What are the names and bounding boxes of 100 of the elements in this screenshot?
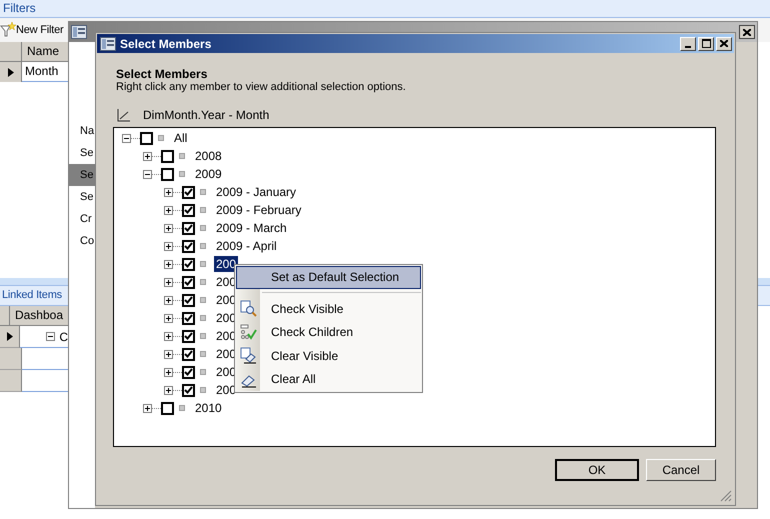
row-header[interactable] bbox=[0, 370, 22, 392]
member-icon bbox=[200, 225, 206, 231]
member-icon bbox=[200, 261, 206, 267]
collapse-icon[interactable] bbox=[46, 332, 56, 341]
checkbox[interactable] bbox=[161, 150, 174, 162]
member-icon bbox=[179, 171, 185, 177]
dialog-button[interactable]: OK bbox=[555, 459, 639, 481]
expand-icon[interactable] bbox=[164, 188, 173, 196]
checkbox[interactable] bbox=[182, 348, 195, 360]
expand-icon[interactable] bbox=[164, 278, 173, 286]
member-icon bbox=[200, 369, 206, 375]
check-icon bbox=[184, 188, 193, 196]
checkbox[interactable] bbox=[182, 330, 195, 342]
member-icon bbox=[200, 387, 206, 393]
dimension-label: DimMonth.Year - Month bbox=[143, 107, 270, 124]
checkbox[interactable] bbox=[182, 240, 195, 252]
menu-item[interactable]: Check Visible bbox=[236, 296, 421, 320]
checkbox[interactable] bbox=[140, 132, 153, 144]
collapse-icon[interactable] bbox=[122, 134, 131, 142]
window-title: Select Members bbox=[120, 36, 212, 52]
panel-header: Linked Items bbox=[1, 288, 63, 303]
nav-item[interactable]: Se bbox=[69, 164, 95, 186]
maximize-button[interactable] bbox=[698, 36, 714, 50]
member-icon bbox=[200, 207, 206, 213]
checkbox[interactable] bbox=[161, 168, 174, 180]
expand-icon[interactable] bbox=[143, 404, 152, 412]
checkbox[interactable] bbox=[182, 366, 195, 378]
check-icon bbox=[184, 278, 193, 286]
check-icon bbox=[184, 296, 193, 304]
new-filter-button[interactable]: New Filter bbox=[0, 22, 64, 38]
check-icon bbox=[184, 386, 193, 394]
dialog-button[interactable]: Cancel bbox=[646, 459, 716, 481]
tree-item-label[interactable]: 2009 - April bbox=[214, 238, 279, 254]
tree-item-label[interactable]: 2009 - January bbox=[214, 184, 298, 200]
check-icon bbox=[184, 350, 193, 358]
axis-icon bbox=[116, 108, 131, 122]
nav-item[interactable]: Se bbox=[69, 142, 95, 164]
check-icon bbox=[184, 314, 193, 322]
close-button[interactable] bbox=[739, 25, 755, 39]
dialog-hint: Right click any member to view additional selection options. bbox=[116, 81, 407, 94]
checklist-icon bbox=[240, 324, 256, 341]
magnifier-icon bbox=[240, 300, 256, 318]
checkbox[interactable] bbox=[182, 222, 195, 234]
expand-icon[interactable] bbox=[164, 260, 173, 268]
check-icon bbox=[184, 260, 193, 268]
window-icon bbox=[100, 36, 116, 50]
collapse-icon[interactable] bbox=[143, 170, 152, 178]
menu-item[interactable]: Clear Visible bbox=[236, 344, 421, 368]
expand-icon[interactable] bbox=[164, 314, 173, 322]
checkbox[interactable] bbox=[182, 258, 195, 270]
checkbox[interactable] bbox=[182, 384, 195, 396]
checkbox[interactable] bbox=[182, 312, 195, 324]
menu-item[interactable]: Clear All bbox=[236, 367, 421, 391]
checkbox[interactable] bbox=[182, 276, 195, 288]
expand-icon[interactable] bbox=[164, 224, 173, 232]
tree-item-label[interactable]: All bbox=[172, 130, 190, 146]
nav-item[interactable]: Se bbox=[69, 186, 95, 208]
expand-icon[interactable] bbox=[164, 242, 173, 250]
nav-item[interactable]: Co bbox=[69, 230, 95, 252]
close-icon bbox=[743, 28, 751, 36]
tree-item-label[interactable]: 2009 bbox=[193, 166, 224, 182]
member-icon bbox=[200, 351, 206, 357]
member-icon bbox=[158, 135, 164, 141]
resize-grip-icon bbox=[720, 490, 732, 502]
window-icon bbox=[71, 25, 87, 39]
checkbox[interactable] bbox=[182, 294, 195, 306]
expand-icon[interactable] bbox=[164, 350, 173, 358]
nav-item[interactable]: Na bbox=[69, 120, 95, 142]
tree-item-label[interactable]: 2009 - February bbox=[214, 202, 304, 218]
tree-item-label[interactable]: 2008 bbox=[193, 148, 224, 164]
check-icon bbox=[184, 368, 193, 376]
tree-item-label[interactable]: 2010 bbox=[193, 400, 224, 416]
menu-item[interactable]: Set as Default Selection bbox=[236, 266, 421, 289]
check-icon bbox=[184, 242, 193, 250]
table-cell-text: C bbox=[59, 328, 68, 346]
minimize-icon bbox=[685, 46, 691, 48]
nav-item[interactable]: Cr bbox=[69, 208, 95, 230]
maximize-icon bbox=[702, 39, 710, 48]
expand-icon[interactable] bbox=[164, 386, 173, 394]
member-icon bbox=[200, 243, 206, 249]
dialog-heading: Select Members bbox=[116, 67, 208, 81]
check-icon bbox=[184, 332, 193, 340]
member-icon bbox=[179, 405, 185, 411]
row-header[interactable] bbox=[0, 348, 22, 370]
expand-icon[interactable] bbox=[143, 152, 152, 160]
checkbox[interactable] bbox=[161, 402, 174, 414]
checkbox[interactable] bbox=[182, 204, 195, 216]
minimize-button[interactable] bbox=[680, 36, 696, 50]
member-icon bbox=[200, 189, 206, 195]
check-icon bbox=[184, 224, 193, 232]
member-icon bbox=[200, 315, 206, 321]
expand-icon[interactable] bbox=[164, 332, 173, 340]
menu-item[interactable]: Check Children bbox=[236, 320, 421, 344]
expand-icon[interactable] bbox=[164, 296, 173, 304]
expand-icon[interactable] bbox=[164, 206, 173, 214]
checkbox[interactable] bbox=[182, 186, 195, 198]
member-icon bbox=[200, 279, 206, 285]
expand-icon[interactable] bbox=[164, 368, 173, 376]
tree-item-label[interactable]: 2009 - March bbox=[214, 220, 289, 236]
member-icon bbox=[200, 333, 206, 339]
